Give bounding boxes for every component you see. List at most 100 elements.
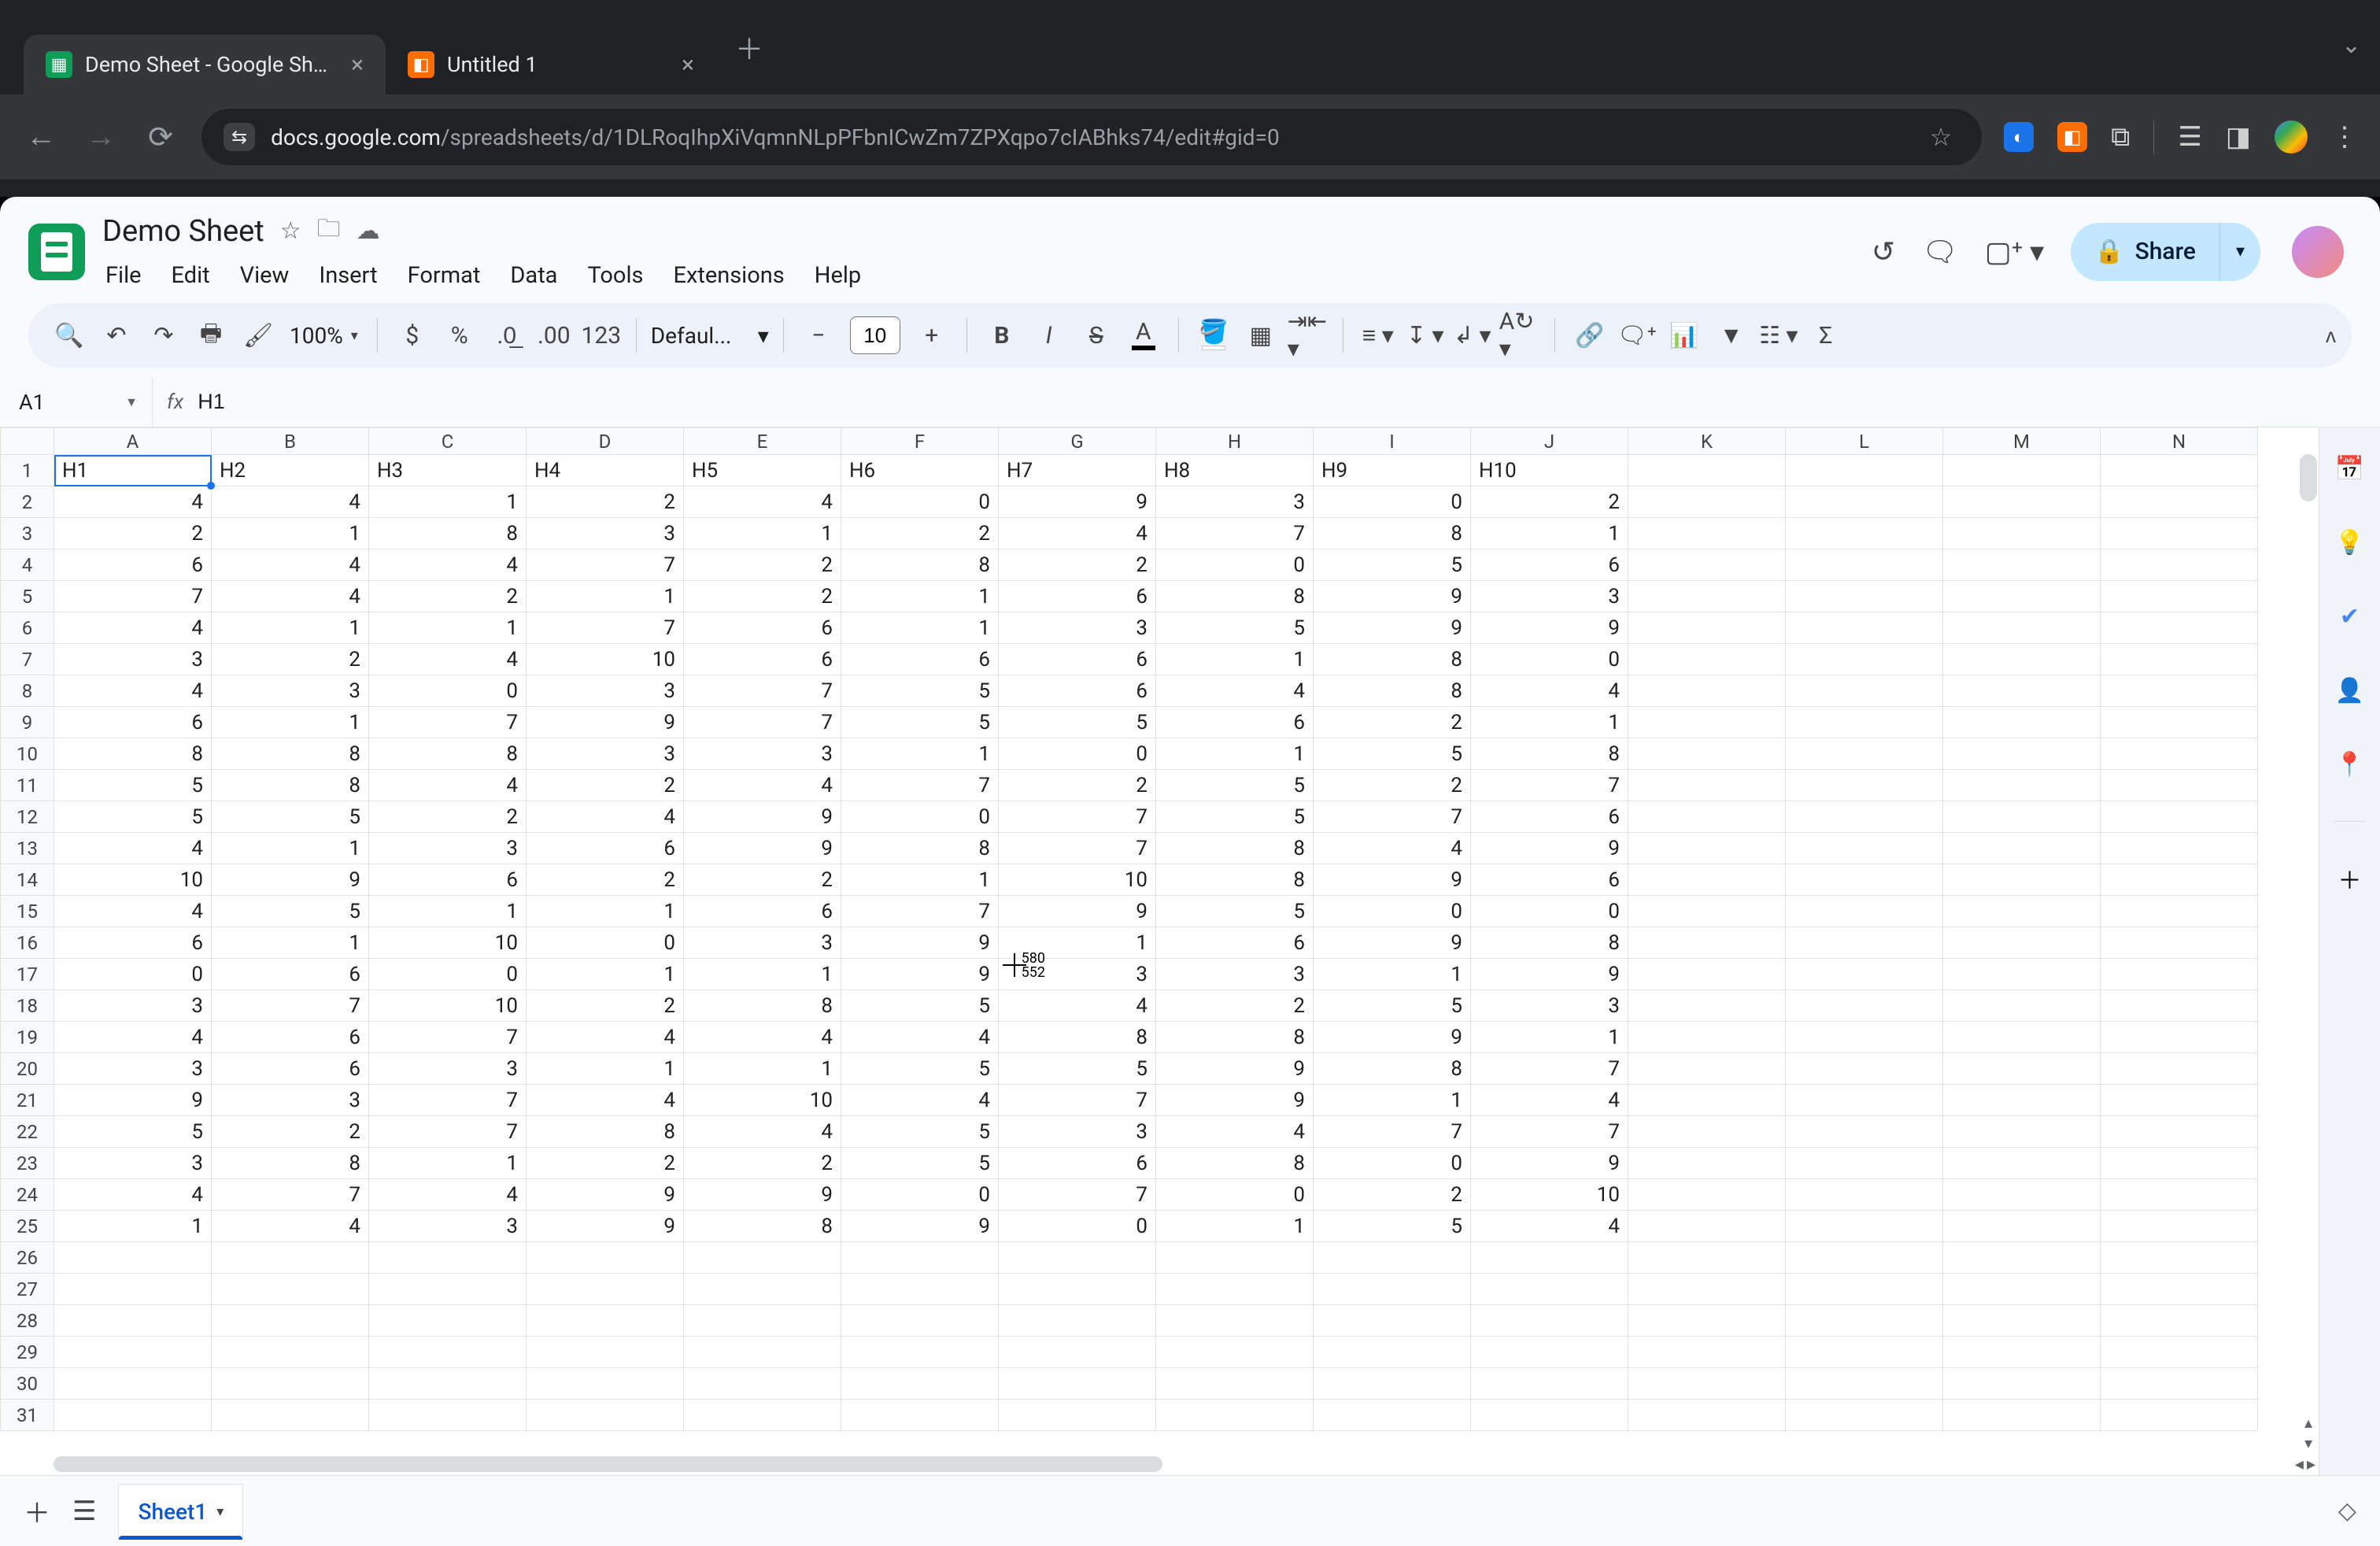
paint-format-icon[interactable]: 🖌 xyxy=(238,315,279,356)
cell[interactable] xyxy=(1628,581,1786,612)
row-header[interactable]: 27 xyxy=(1,1274,54,1305)
cell[interactable]: 6 xyxy=(54,927,212,959)
cell[interactable]: 1 xyxy=(841,612,999,644)
cell[interactable]: 4 xyxy=(54,486,212,518)
column-header[interactable]: J xyxy=(1471,428,1628,455)
cell[interactable]: 3 xyxy=(527,738,684,770)
cell[interactable] xyxy=(1628,644,1786,675)
cell[interactable] xyxy=(1471,1305,1628,1337)
cell[interactable] xyxy=(212,1305,369,1337)
cell[interactable] xyxy=(1628,1368,1786,1400)
cell[interactable]: 2 xyxy=(527,990,684,1022)
cell[interactable] xyxy=(1943,833,2101,864)
cell[interactable]: 1 xyxy=(1156,1211,1314,1242)
cell[interactable]: 9 xyxy=(1314,864,1471,896)
cell[interactable]: 4 xyxy=(1471,1211,1628,1242)
cell[interactable] xyxy=(1628,927,1786,959)
cell[interactable]: 4 xyxy=(999,518,1156,549)
menu-edit[interactable]: Edit xyxy=(168,259,213,292)
back-icon[interactable]: ← xyxy=(22,120,60,154)
cell[interactable]: 1 xyxy=(54,1211,212,1242)
cell[interactable]: 8 xyxy=(212,738,369,770)
cell[interactable]: 4 xyxy=(212,486,369,518)
cell[interactable] xyxy=(1628,1085,1786,1116)
cell[interactable]: 2 xyxy=(369,581,527,612)
cell[interactable] xyxy=(2101,896,2258,927)
cell[interactable]: 5 xyxy=(1156,612,1314,644)
cell[interactable] xyxy=(999,1337,1156,1368)
cell[interactable] xyxy=(1943,1400,2101,1431)
cell[interactable]: 1 xyxy=(369,612,527,644)
row-header[interactable]: 9 xyxy=(1,707,54,738)
cell[interactable]: 0 xyxy=(1314,486,1471,518)
cell[interactable] xyxy=(1786,1305,1943,1337)
cell[interactable]: 4 xyxy=(54,833,212,864)
cell[interactable]: 5 xyxy=(841,1148,999,1179)
cell[interactable]: 7 xyxy=(369,1022,527,1053)
cell[interactable]: 9 xyxy=(1314,581,1471,612)
cell[interactable] xyxy=(2101,455,2258,486)
cell[interactable]: 4 xyxy=(54,1179,212,1211)
scroll-left-icon[interactable]: ◂ xyxy=(2295,1455,2304,1474)
cell[interactable] xyxy=(1786,990,1943,1022)
cell[interactable]: 1 xyxy=(841,581,999,612)
cell[interactable]: 9 xyxy=(1156,1085,1314,1116)
cell[interactable]: 10 xyxy=(527,644,684,675)
cell[interactable]: 1 xyxy=(212,927,369,959)
new-tab-button[interactable]: ＋ xyxy=(716,27,782,68)
cell[interactable]: 1 xyxy=(1471,518,1628,549)
cell[interactable]: 6 xyxy=(369,864,527,896)
row-header[interactable]: 5 xyxy=(1,581,54,612)
cell[interactable]: 1 xyxy=(1156,644,1314,675)
cell[interactable]: 0 xyxy=(1471,896,1628,927)
cell[interactable] xyxy=(1786,707,1943,738)
cell[interactable] xyxy=(2101,1116,2258,1148)
cell[interactable]: 2 xyxy=(684,581,841,612)
cell[interactable]: 4 xyxy=(1156,1116,1314,1148)
link-icon[interactable]: 🔗 xyxy=(1569,315,1610,356)
cell[interactable]: 10 xyxy=(1471,1179,1628,1211)
cell[interactable] xyxy=(1156,1305,1314,1337)
cell[interactable] xyxy=(1628,833,1786,864)
more-formats-icon[interactable]: 123 xyxy=(581,315,622,356)
cell[interactable]: 0 xyxy=(999,738,1156,770)
cell[interactable]: 5 xyxy=(1314,738,1471,770)
cell[interactable] xyxy=(684,1305,841,1337)
calendar-icon[interactable]: 📅 xyxy=(2333,451,2367,486)
cell[interactable]: 1 xyxy=(369,486,527,518)
cell[interactable]: 6 xyxy=(1156,707,1314,738)
cell[interactable] xyxy=(212,1368,369,1400)
cell[interactable]: 4 xyxy=(999,990,1156,1022)
cell[interactable] xyxy=(841,1305,999,1337)
cell[interactable]: 0 xyxy=(999,1211,1156,1242)
cell[interactable]: 7 xyxy=(527,549,684,581)
cell[interactable]: 6 xyxy=(1471,864,1628,896)
cell[interactable] xyxy=(1628,990,1786,1022)
cell[interactable]: 3 xyxy=(54,1148,212,1179)
cell[interactable] xyxy=(1471,1337,1628,1368)
cell[interactable] xyxy=(1943,1022,2101,1053)
explore-icon[interactable]: ◇ xyxy=(2338,1497,2356,1525)
row-header[interactable]: 21 xyxy=(1,1085,54,1116)
cell[interactable] xyxy=(1628,707,1786,738)
font-select[interactable]: Defaul... ▾ xyxy=(651,323,769,349)
cell[interactable] xyxy=(2101,864,2258,896)
share-dropdown[interactable]: ▾ xyxy=(2219,223,2260,281)
account-avatar[interactable] xyxy=(2292,226,2344,278)
search-menus-icon[interactable]: 🔍 xyxy=(49,315,90,356)
cell[interactable]: 9 xyxy=(1156,1053,1314,1085)
cell[interactable]: 1 xyxy=(527,1053,684,1085)
cell[interactable] xyxy=(999,1242,1156,1274)
cell[interactable] xyxy=(1786,770,1943,801)
cell[interactable] xyxy=(2101,1305,2258,1337)
cell[interactable] xyxy=(1628,1337,1786,1368)
increase-font-icon[interactable]: + xyxy=(911,315,952,356)
cell[interactable]: 7 xyxy=(527,612,684,644)
cell[interactable] xyxy=(1628,1116,1786,1148)
cell[interactable]: 8 xyxy=(1156,581,1314,612)
cell[interactable] xyxy=(1943,1274,2101,1305)
cell[interactable]: 2 xyxy=(999,770,1156,801)
cell[interactable]: 4 xyxy=(54,612,212,644)
cell[interactable] xyxy=(212,1242,369,1274)
cell[interactable]: 3 xyxy=(54,1053,212,1085)
